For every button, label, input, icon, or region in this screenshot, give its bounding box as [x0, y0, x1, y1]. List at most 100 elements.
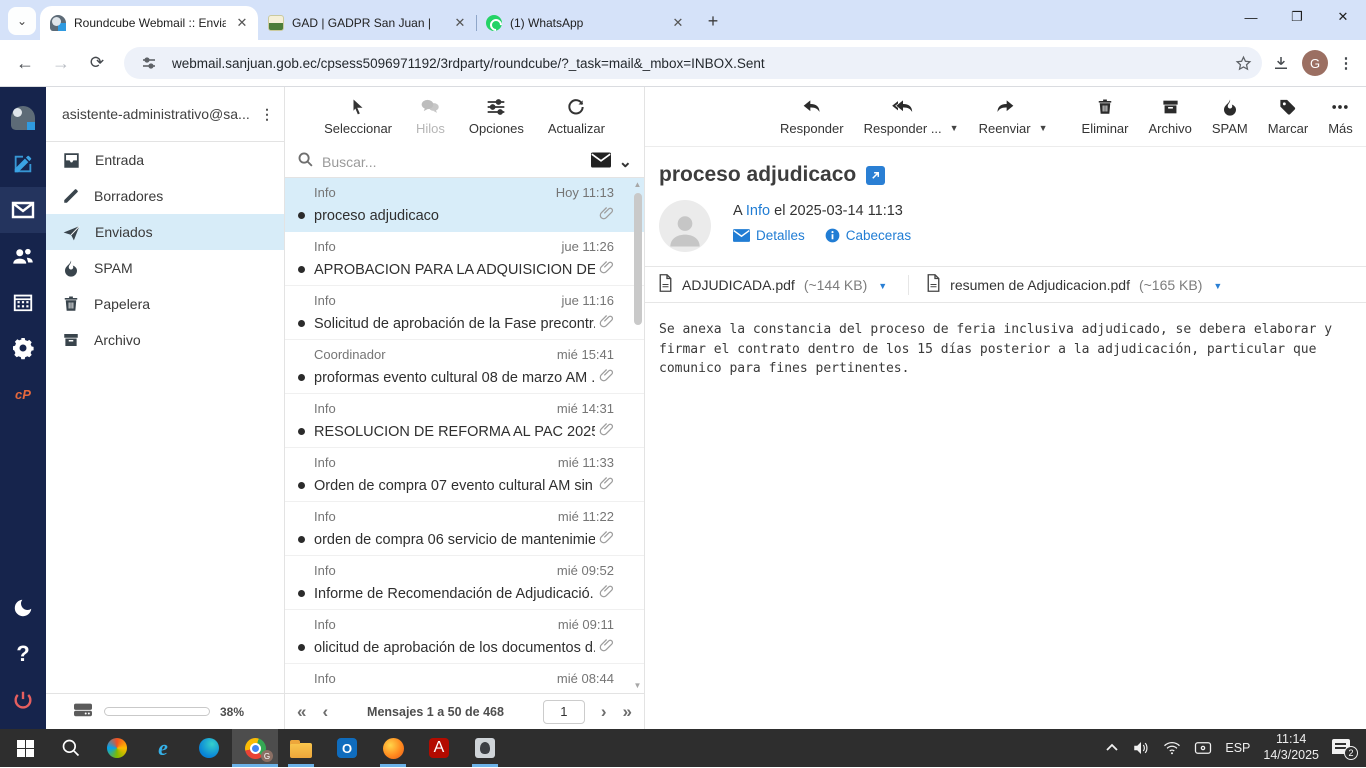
tab-close-icon[interactable]: ✕ [670, 15, 686, 31]
last-page-button[interactable]: » [623, 703, 632, 720]
restore-button[interactable]: ❐ [1274, 0, 1320, 34]
account-menu-icon[interactable]: ⋮ [260, 106, 274, 123]
cpanel-icon[interactable]: cP [0, 371, 46, 417]
tray-expand-chevron-icon[interactable] [1105, 743, 1119, 753]
page-number-input[interactable] [543, 700, 585, 724]
search-input[interactable] [322, 154, 583, 170]
headers-link[interactable]: Cabeceras [825, 228, 911, 243]
mail-icon[interactable] [0, 187, 46, 233]
dark-mode-moon-icon[interactable] [0, 585, 46, 631]
notifications-button[interactable]: 2 [1332, 738, 1356, 758]
roundcube-logo-icon[interactable] [0, 95, 46, 141]
spam-button[interactable]: SPAM [1212, 96, 1248, 136]
wifi-icon[interactable] [1163, 741, 1181, 755]
tab-close-icon[interactable]: ✕ [452, 15, 468, 31]
url-bar[interactable]: webmail.sanjuan.gob.ec/cpsess5096971192/… [124, 47, 1262, 79]
folder-spam[interactable]: SPAM [46, 250, 284, 286]
mark-button[interactable]: Marcar [1268, 96, 1308, 136]
reply-all-caret-icon[interactable]: ▼ [950, 123, 959, 133]
tab-close-icon[interactable]: ✕ [234, 15, 250, 31]
select-button[interactable]: Seleccionar [324, 96, 392, 136]
forward-caret-icon[interactable]: ▼ [1039, 123, 1048, 133]
message-row[interactable]: Infomié 09:11 olicitud de aprobación de … [285, 610, 644, 664]
volume-icon[interactable] [1132, 740, 1150, 756]
folder-enviados[interactable]: Enviados [46, 214, 284, 250]
tab-whatsapp[interactable]: (1) WhatsApp ✕ [476, 6, 694, 40]
java-app-button[interactable] [462, 729, 508, 767]
reply-all-button[interactable]: Responder ... [864, 96, 942, 136]
attachment-name[interactable]: ADJUDICADA.pdf [682, 277, 795, 293]
acrobat-button[interactable]: A [416, 729, 462, 767]
back-icon[interactable]: ← [10, 48, 40, 78]
profile-avatar[interactable]: G [1302, 50, 1328, 76]
scroll-down-icon[interactable]: ▼ [634, 681, 642, 691]
bookmark-star-icon[interactable] [1230, 50, 1256, 76]
language-indicator[interactable]: ESP [1225, 741, 1250, 755]
delete-button[interactable]: Eliminar [1082, 96, 1129, 136]
next-page-button[interactable]: › [601, 703, 607, 720]
edge-button[interactable] [186, 729, 232, 767]
help-icon[interactable]: ? [0, 631, 46, 677]
folder-papelera[interactable]: Papelera [46, 286, 284, 322]
contacts-icon[interactable] [0, 233, 46, 279]
reply-button[interactable]: Responder [780, 96, 844, 136]
message-row[interactable]: Infomié 11:22 orden de compra 06 servici… [285, 502, 644, 556]
attachment-menu-caret-icon[interactable]: ▼ [878, 281, 887, 291]
download-icon[interactable] [1268, 50, 1294, 76]
prev-page-button[interactable]: ‹ [322, 703, 328, 720]
site-settings-icon[interactable] [136, 50, 162, 76]
more-button[interactable]: Más [1328, 96, 1353, 136]
forward-button[interactable]: Reenviar [979, 96, 1031, 136]
folder-entrada[interactable]: Entrada [46, 142, 284, 178]
message-row[interactable]: InfoHoy 11:13 proceso adjudicaco [285, 178, 644, 232]
calendar-icon[interactable] [0, 279, 46, 325]
cast-icon[interactable] [1194, 741, 1212, 755]
reload-icon[interactable]: ⟳ [82, 48, 112, 78]
open-in-new-window-icon[interactable] [866, 166, 885, 185]
start-button[interactable] [2, 729, 48, 767]
firefox-button[interactable] [370, 729, 416, 767]
recipient-link[interactable]: Info [746, 203, 770, 219]
clock[interactable]: 11:14 14/3/2025 [1263, 732, 1319, 763]
outlook-button[interactable]: O [324, 729, 370, 767]
message-row[interactable]: Infomié 11:33 Orden de compra 07 evento … [285, 448, 644, 502]
message-row[interactable]: Infomié 09:52 Informe de Recomendación d… [285, 556, 644, 610]
compose-icon[interactable] [0, 141, 46, 187]
folder-archivo[interactable]: Archivo [46, 322, 284, 358]
search-options-chevron-icon[interactable]: ⌄ [619, 152, 632, 172]
new-tab-button[interactable]: + [700, 8, 726, 34]
chrome-button[interactable]: G [232, 729, 278, 767]
attachment-name[interactable]: resumen de Adjudicacion.pdf [950, 277, 1130, 293]
tab-list-chevron-icon[interactable]: ⌄ [8, 7, 36, 35]
taskbar-search-button[interactable] [48, 729, 94, 767]
internet-explorer-button[interactable]: e [140, 729, 186, 767]
message-row[interactable]: Coordinadormié 15:41 proformas evento cu… [285, 340, 644, 394]
message-row[interactable]: Infojue 11:26 APROBACION PARA LA ADQUISI… [285, 232, 644, 286]
logout-power-icon[interactable] [0, 677, 46, 723]
message-row[interactable]: Infomié 08:44 [285, 664, 644, 693]
refresh-label: Actualizar [548, 121, 605, 136]
list-scrollbar[interactable]: ▲ ▼ [631, 178, 644, 693]
scroll-up-icon[interactable]: ▲ [634, 180, 642, 190]
message-row[interactable]: Infomié 14:31 RESOLUCION DE REFORMA AL P… [285, 394, 644, 448]
close-button[interactable]: ✕ [1320, 0, 1366, 34]
minimize-button[interactable]: — [1228, 0, 1274, 34]
folder-borradores[interactable]: Borradores [46, 178, 284, 214]
file-explorer-button[interactable] [278, 729, 324, 767]
refresh-button[interactable]: Actualizar [548, 96, 605, 136]
options-button[interactable]: Opciones [469, 96, 524, 136]
url-text[interactable]: webmail.sanjuan.gob.ec/cpsess5096971192/… [172, 56, 1230, 71]
search-scope-mail-icon[interactable] [591, 152, 611, 173]
message-row[interactable]: Infojue 11:16 Solicitud de aprobación de… [285, 286, 644, 340]
copilot-button[interactable] [94, 729, 140, 767]
details-link[interactable]: Detalles [733, 228, 805, 243]
pdf-file-icon [926, 274, 941, 295]
first-page-button[interactable]: « [297, 703, 306, 720]
tab-roundcube[interactable]: Roundcube Webmail :: Enviados ✕ [40, 6, 258, 40]
tab-gad[interactable]: GAD | GADPR San Juan | ✕ [258, 6, 476, 40]
attachment-menu-caret-icon[interactable]: ▼ [1213, 281, 1222, 291]
scrollbar-thumb[interactable] [634, 193, 642, 325]
browser-menu-icon[interactable]: ⋮ [1336, 54, 1356, 72]
settings-gear-icon[interactable] [0, 325, 46, 371]
archive-button[interactable]: Archivo [1149, 96, 1192, 136]
